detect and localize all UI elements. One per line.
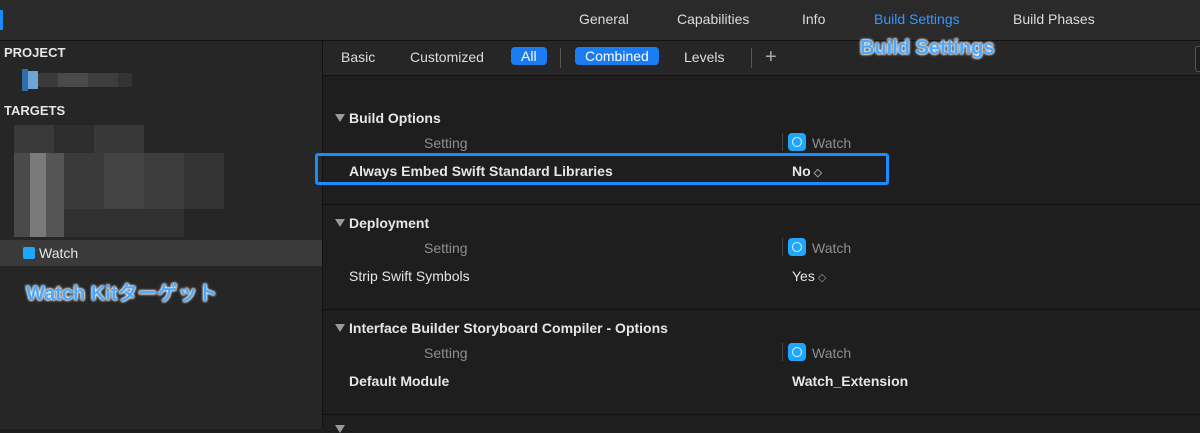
target-list-redacted[interactable] [14, 125, 224, 237]
section-separator [323, 414, 1200, 415]
project-navigator: PROJECT TARGETS Watch Watch Kitターゲット [0, 41, 323, 429]
setting-name[interactable]: Strip Swift Symbols [349, 268, 470, 284]
column-target-label: Watch [812, 345, 852, 361]
column-setting-label: Setting [424, 240, 468, 256]
disclosure-triangle-icon[interactable] [335, 425, 345, 433]
column-divider [782, 133, 783, 151]
disclosure-triangle-icon[interactable] [335, 324, 345, 332]
tab-build-phases[interactable]: Build Phases [1013, 11, 1095, 27]
section-separator [323, 204, 1200, 205]
search-field[interactable] [1195, 46, 1200, 72]
column-setting-label: Setting [424, 135, 468, 151]
column-setting-label: Setting [424, 345, 468, 361]
highlight-box [315, 153, 889, 185]
setting-value-popup[interactable]: Yes ◇ [792, 268, 826, 284]
view-levels-button[interactable]: Levels [684, 49, 724, 65]
disclosure-triangle-icon[interactable] [335, 114, 345, 122]
project-item-redacted[interactable] [22, 69, 132, 91]
filter-all-button[interactable]: All [511, 47, 547, 65]
filter-basic-button[interactable]: Basic [341, 49, 375, 65]
section-separator [323, 309, 1200, 310]
project-header: PROJECT [4, 45, 66, 60]
annotation-watch-kit-target: Watch Kitターゲット [26, 283, 218, 305]
popup-stepper-icon: ◇ [817, 272, 827, 284]
filter-customized-button[interactable]: Customized [410, 49, 484, 65]
targets-header: TARGETS [4, 103, 66, 118]
editor-tab-bar: General Capabilities Info Build Settings… [0, 0, 1200, 41]
watch-target-icon [788, 238, 806, 256]
column-target-label: Watch [812, 240, 852, 256]
build-settings-content: Build Options Setting Watch Always Embed… [315, 76, 1200, 433]
section-title-build-options: Build Options [349, 110, 441, 126]
view-combined-button[interactable]: Combined [575, 47, 659, 65]
selection-marker [0, 10, 3, 30]
tab-info[interactable]: Info [802, 11, 825, 27]
target-label: Watch [39, 245, 79, 261]
filter-divider [560, 48, 561, 68]
watch-target-icon [788, 343, 806, 361]
column-target-label: Watch [812, 135, 852, 151]
section-title-deployment: Deployment [349, 215, 430, 231]
setting-value: Yes [792, 268, 815, 284]
add-setting-icon[interactable]: + [765, 46, 777, 69]
annotation-build-settings: Build Settings [860, 37, 995, 59]
watch-target-icon [788, 133, 806, 151]
column-divider [782, 238, 783, 256]
tab-capabilities[interactable]: Capabilities [677, 11, 749, 27]
setting-value[interactable]: Watch_Extension [792, 373, 908, 389]
tab-build-settings[interactable]: Build Settings [874, 11, 960, 27]
build-settings-filter-bar: Basic Customized All Combined Levels + [323, 41, 1200, 76]
filter-divider-2 [751, 48, 752, 68]
watch-app-icon [23, 247, 35, 259]
disclosure-triangle-icon[interactable] [335, 219, 345, 227]
target-item-watch[interactable]: Watch [0, 240, 322, 266]
column-divider [782, 343, 783, 361]
section-title-ib-storyboard-compiler: Interface Builder Storyboard Compiler - … [349, 320, 668, 336]
setting-name[interactable]: Default Module [349, 373, 449, 389]
tab-general[interactable]: General [579, 11, 629, 27]
